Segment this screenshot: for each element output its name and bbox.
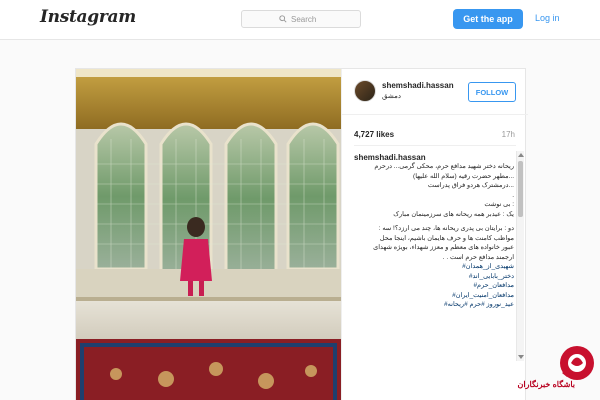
- shrine-photo-illustration: [76, 69, 341, 400]
- post-photo[interactable]: [76, 69, 341, 400]
- watermark-text: باشگاه خبرنگاران: [517, 380, 575, 389]
- scroll-up-arrow-icon[interactable]: [518, 153, 524, 157]
- hashtag-link[interactable]: مدافعان_امنیت_ایران#: [354, 291, 514, 301]
- hashtag-link[interactable]: مدافعان_حرم#: [354, 281, 514, 291]
- caption-line: مواظب کامنت ها و حرف هایمان باشیم، اینجا…: [379, 234, 514, 242]
- top-navigation-bar: Instagram Get the app Log in: [0, 0, 600, 40]
- scrollbar-thumb[interactable]: [518, 161, 523, 217]
- avatar[interactable]: [354, 80, 376, 102]
- caption-username[interactable]: shemshadi.hassan: [354, 153, 514, 162]
- scroll-down-arrow-icon[interactable]: [518, 355, 524, 359]
- caption-line: عبور خانواده های معظم و معزز شهداء، بویژ…: [373, 244, 514, 251]
- post-timestamp[interactable]: 17h: [502, 130, 515, 139]
- caption-line: ریحانه دختر شهید مدافع حرم، محکی گرمی...…: [374, 163, 514, 170]
- hashtag-link[interactable]: شهیدی_از_همدان#: [354, 262, 514, 272]
- divider: [354, 145, 516, 146]
- post-header: shemshadi.hassan دمشق FOLLOW: [342, 69, 528, 115]
- hashtag-link[interactable]: دختر_بابایی_اند#: [354, 272, 514, 282]
- post-username[interactable]: shemshadi.hassan: [382, 81, 454, 90]
- get-the-app-button[interactable]: Get the app: [453, 9, 523, 29]
- caption-line: : بی نوشت: [484, 201, 514, 208]
- search-input[interactable]: [291, 14, 323, 24]
- caption-area: shemshadi.hassan ریحانه دختر شهید مدافع …: [354, 153, 514, 353]
- caption-line: ...مطهر حضرت رقیه (سلام الله علیها): [413, 172, 514, 180]
- likes-count[interactable]: 4,727 likes: [354, 130, 394, 139]
- hashtag-link[interactable]: عید_نوروز #حرم #ریحانه#: [354, 300, 514, 310]
- caption-line: دو : برایتان بی پدری ریحانه ها، چند می ا…: [378, 225, 514, 232]
- caption-scrollbar[interactable]: [516, 151, 524, 361]
- follow-button[interactable]: FOLLOW: [468, 82, 516, 102]
- watermark-logo-icon: [560, 346, 594, 380]
- post-location[interactable]: دمشق: [382, 92, 401, 100]
- post-details-panel: shemshadi.hassan دمشق FOLLOW 4,727 likes…: [341, 69, 528, 400]
- post-card: shemshadi.hassan دمشق FOLLOW 4,727 likes…: [75, 68, 528, 400]
- log-in-link[interactable]: Log in: [535, 13, 560, 23]
- caption-line: .: [512, 191, 514, 199]
- instagram-logo[interactable]: Instagram: [40, 7, 136, 27]
- search-box[interactable]: [241, 10, 361, 28]
- search-icon: [279, 15, 287, 23]
- caption-line: ...درمشترک هردو فراق پدراست: [427, 182, 514, 189]
- caption-line: ارجمند مدافع حرم است . .: [442, 253, 514, 261]
- caption-line: یک : عیدبر همه ریحانه های سرزمینمان مبار…: [393, 210, 514, 218]
